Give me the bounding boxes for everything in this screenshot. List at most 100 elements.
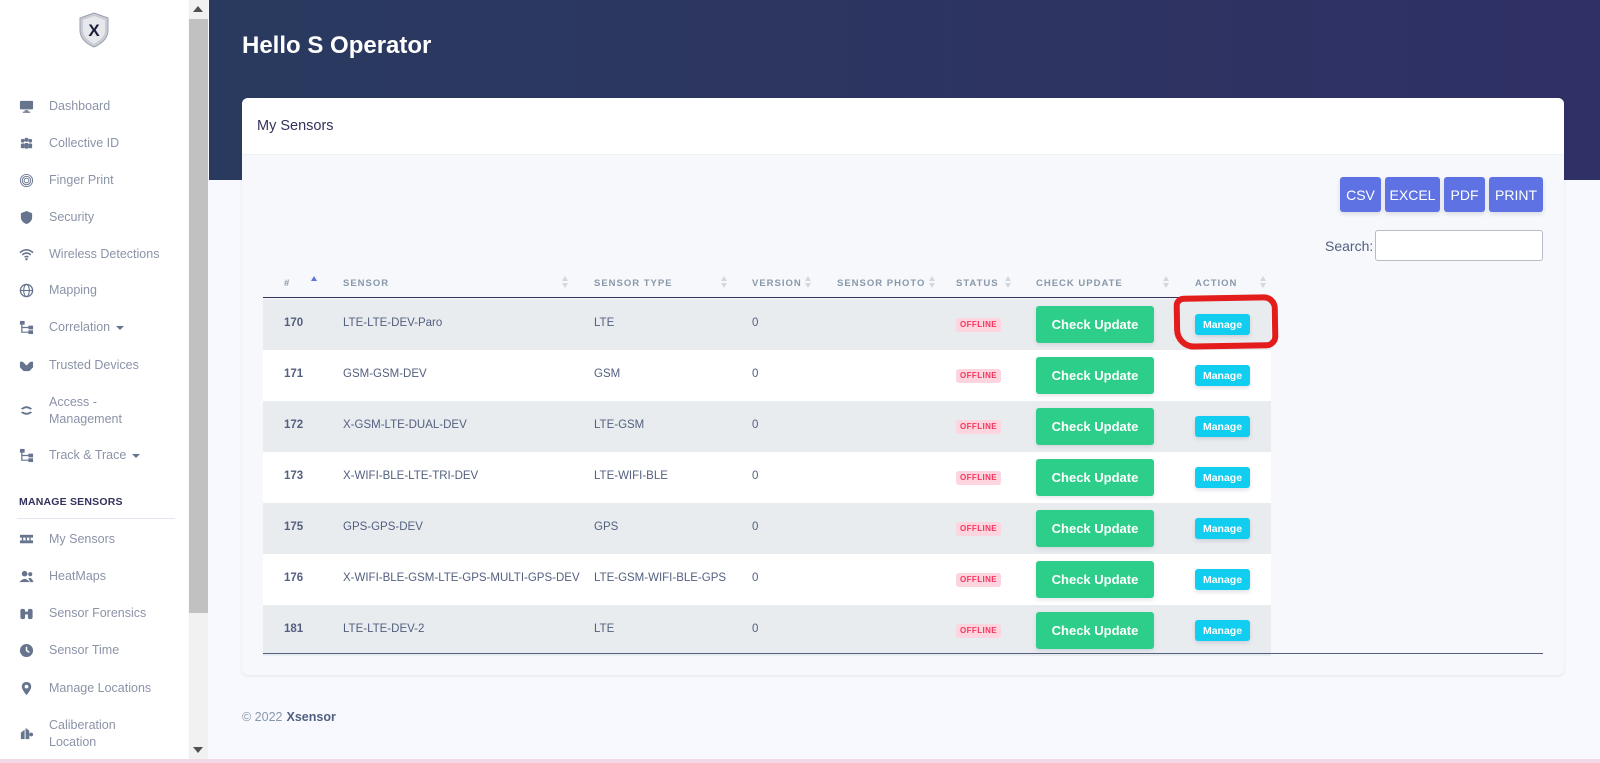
check-update-button[interactable]: Check Update — [1036, 612, 1154, 649]
cell-version: 0 — [752, 521, 759, 533]
sidebar-item-caliberation-location[interactable]: Caliberation Location — [0, 717, 188, 751]
column-header-id[interactable]: # — [284, 278, 290, 289]
check-update-button[interactable]: Check Update — [1036, 459, 1154, 496]
scroll-down-arrow-icon[interactable] — [193, 747, 203, 753]
sidebar-item-label: Collective ID — [49, 136, 120, 150]
sidebar-item-label: My Sensors — [49, 532, 115, 546]
divider — [17, 518, 175, 519]
column-header-status[interactable]: STATUS — [956, 278, 999, 289]
sidebar-item-security[interactable]: Security — [0, 209, 188, 226]
cell-sensor: X-WIFI-BLE-LTE-TRI-DEV — [343, 470, 479, 482]
cell-sensor-type: LTE — [594, 317, 615, 329]
cell-sensor-type: GSM — [594, 368, 621, 380]
map-pin-icon — [17, 680, 35, 696]
cell-id: 173 — [284, 470, 304, 482]
column-header-sensor-type[interactable]: SENSOR TYPE — [594, 278, 673, 289]
users-icon — [17, 135, 35, 151]
manage-button[interactable]: Manage — [1195, 620, 1250, 641]
sidebar-item-collective-id[interactable]: Collective ID — [0, 135, 188, 152]
sidebar-item-mapping[interactable]: Mapping — [0, 282, 188, 299]
footer: © 2022 Xsensor — [242, 710, 336, 724]
sidebar-item-track-trace[interactable]: Track & Trace — [0, 447, 188, 464]
table-bottom-border — [263, 653, 1543, 654]
check-update-button[interactable]: Check Update — [1036, 357, 1154, 394]
sidebar-item-finger-print[interactable]: Finger Print — [0, 172, 188, 189]
sensors-icon — [17, 531, 35, 547]
sidebar-item-label: Sensor Time — [49, 643, 120, 657]
shield-icon — [17, 209, 35, 225]
search-input[interactable] — [1375, 230, 1543, 261]
cell-version: 0 — [752, 368, 759, 380]
column-header-sensor-photo[interactable]: SENSOR PHOTO — [837, 278, 925, 289]
footer-brand-link[interactable]: Xsensor — [287, 710, 336, 724]
table-row: 181 LTE-LTE-DEV-2 LTE 0 OFFLINE Check Up… — [263, 605, 1271, 656]
sort-icon[interactable] — [1005, 276, 1012, 290]
cell-sensor: GSM-GSM-DEV — [343, 368, 427, 380]
sort-icon[interactable] — [1260, 276, 1267, 290]
check-update-button[interactable]: Check Update — [1036, 561, 1154, 598]
cell-sensor: LTE-LTE-DEV-Paro — [343, 317, 443, 329]
check-update-button[interactable]: Check Update — [1036, 510, 1154, 547]
sidebar-item-label: Security — [49, 210, 95, 224]
sidebar-item-manage-locations[interactable]: Manage Locations — [0, 680, 188, 697]
check-update-button[interactable]: Check Update — [1036, 408, 1154, 445]
cell-id: 170 — [284, 317, 304, 329]
column-header-version[interactable]: VERSION — [752, 278, 802, 289]
logo-icon[interactable]: X — [78, 12, 110, 48]
print-button[interactable]: PRINT — [1489, 177, 1543, 212]
manage-button[interactable]: Manage — [1195, 365, 1250, 386]
sidebar-item-access-management[interactable]: Access - Management — [0, 394, 188, 428]
cell-id: 171 — [284, 368, 304, 380]
status-badge: OFFLINE — [956, 522, 1002, 536]
sidebar-item-dashboard[interactable]: Dashboard — [0, 98, 188, 115]
cell-version: 0 — [752, 623, 759, 635]
sitemap-icon — [17, 319, 35, 335]
manage-button[interactable]: Manage — [1195, 518, 1250, 539]
sort-icon[interactable] — [1163, 276, 1170, 290]
calibration-icon — [17, 725, 35, 741]
cell-sensor: GPS-GPS-DEV — [343, 521, 423, 533]
sidebar-item-heatmaps[interactable]: HeatMaps — [0, 568, 188, 585]
scroll-up-arrow-icon[interactable] — [193, 6, 203, 12]
column-header-check-update[interactable]: CHECK UPDATE — [1036, 278, 1123, 289]
sidebar-item-correlation[interactable]: Correlation — [0, 319, 188, 336]
card-header: My Sensors — [242, 98, 1564, 155]
cell-id: 175 — [284, 521, 304, 533]
sort-icon[interactable] — [721, 276, 728, 290]
sidebar-item-sensor-forensics[interactable]: Sensor Forensics — [0, 605, 188, 622]
monitor-icon — [17, 98, 35, 114]
cell-version: 0 — [752, 419, 759, 431]
cell-id: 176 — [284, 572, 304, 584]
fingerprint-icon — [17, 172, 35, 188]
column-header-sensor[interactable]: SENSOR — [343, 278, 389, 289]
highlight-annotation — [1173, 294, 1279, 350]
csv-button[interactable]: CSV — [1340, 177, 1381, 212]
sort-asc-icon[interactable] — [311, 276, 318, 290]
check-update-button[interactable]: Check Update — [1036, 306, 1154, 343]
sort-icon[interactable] — [929, 276, 936, 290]
cell-sensor-type: LTE — [594, 623, 615, 635]
excel-button[interactable]: EXCEL — [1385, 177, 1440, 212]
sidebar-item-label: Manage Locations — [49, 681, 152, 695]
table-row: 171 GSM-GSM-DEV GSM 0 OFFLINE Check Upda… — [263, 350, 1271, 401]
sort-icon[interactable] — [562, 276, 569, 290]
page-title: Hello S Operator — [242, 32, 432, 59]
sitemap-icon — [17, 447, 35, 463]
pdf-button[interactable]: PDF — [1444, 177, 1485, 212]
access-icon — [17, 402, 35, 418]
manage-button[interactable]: Manage — [1195, 416, 1250, 437]
column-header-action[interactable]: ACTION — [1195, 278, 1237, 289]
scrollbar-thumb[interactable] — [189, 19, 208, 613]
sort-icon[interactable] — [805, 276, 812, 290]
sidebar: X Dashboard Collective ID Finger Print S… — [0, 0, 188, 763]
sidebar-item-my-sensors[interactable]: My Sensors — [0, 531, 188, 548]
sidebar-item-sensor-time[interactable]: Sensor Time — [0, 642, 188, 659]
chevron-down-icon — [116, 325, 125, 330]
card-title: My Sensors — [257, 118, 334, 134]
sidebar-item-wireless-detections[interactable]: Wireless Detections — [0, 246, 188, 263]
sidebar-item-trusted-devices[interactable]: Trusted Devices — [0, 357, 188, 374]
sidebar-item-label: Track & Trace — [49, 447, 141, 464]
sidebar-item-label: Dashboard — [49, 99, 111, 113]
manage-button[interactable]: Manage — [1195, 467, 1250, 488]
manage-button[interactable]: Manage — [1195, 569, 1250, 590]
